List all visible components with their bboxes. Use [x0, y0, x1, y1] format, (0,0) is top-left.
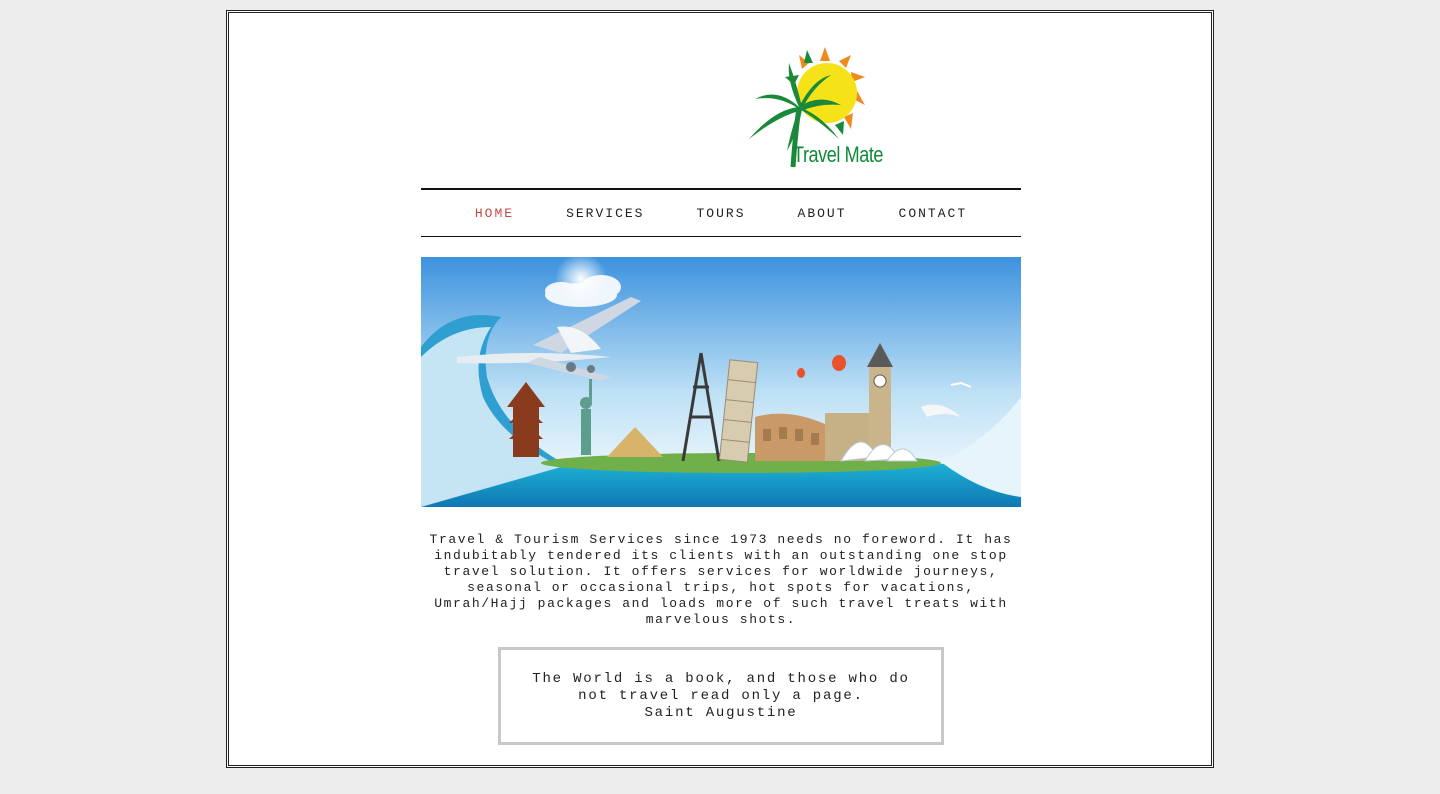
main-nav: HOME SERVICES TOURS ABOUT CONTACT [421, 188, 1021, 237]
travel-mate-logo[interactable]: Travel Mate [747, 47, 897, 169]
nav-item-contact[interactable]: CONTACT [899, 206, 968, 221]
quote-author: Saint Augustine [644, 704, 798, 721]
quote-box: The World is a book, and those who do no… [498, 647, 944, 745]
nav-item-about[interactable]: ABOUT [798, 206, 847, 221]
nav-item-home[interactable]: HOME [475, 206, 514, 221]
quote-text: The World is a book, and those who do no… [532, 670, 910, 704]
hero-banner-image [421, 257, 1021, 507]
nav-item-tours[interactable]: TOURS [697, 206, 746, 221]
intro-paragraph: Travel & Tourism Services since 1973 nee… [429, 532, 1013, 627]
nav-item-services[interactable]: SERVICES [566, 206, 644, 221]
page-frame: Travel Mate HOME SERVICES TOURS ABOUT CO… [226, 10, 1214, 768]
logo-text: Travel Mate [793, 142, 884, 167]
